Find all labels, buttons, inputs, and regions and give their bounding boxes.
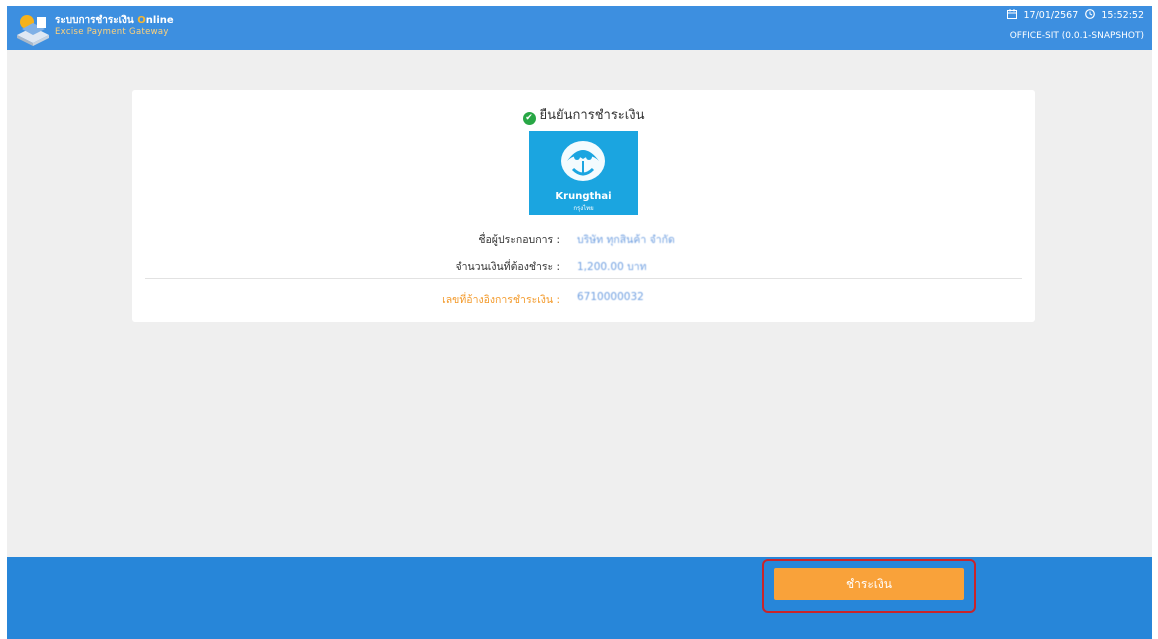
- current-time: 15:52:52: [1101, 10, 1144, 21]
- footer-bar: ชำระเงิน: [7, 557, 1152, 639]
- bank-logo: Krungthai กรุงไทย: [529, 131, 638, 215]
- reference-label: เลขที่อ้างอิงการชำระเงิน :: [442, 294, 560, 306]
- krungthai-logo-icon: [561, 141, 605, 181]
- brand-title-text: ระบบการชำระเงิน: [55, 15, 134, 26]
- operator-label: ชื่อผู้ประกอบการ :: [478, 234, 560, 246]
- pay-button-highlight: ชำระเงิน: [762, 559, 976, 613]
- operator-row: ชื่อผู้ประกอบการ : บริษัท ทุกสินค้า จำกั…: [132, 231, 1035, 249]
- brand: ระบบการชำระเงิน Online Excise Payment Ga…: [55, 15, 174, 38]
- operator-value: บริษัท ทุกสินค้า จำกัด: [577, 234, 675, 246]
- card-title: ✔ ยืนยันการชำระเงิน: [132, 104, 1035, 125]
- top-bar: ระบบการชำระเงิน Online Excise Payment Ga…: [7, 6, 1152, 50]
- amount-label: จำนวนเงินที่ต้องชำระ :: [455, 261, 560, 273]
- app-logo-icon: [17, 15, 49, 46]
- app-frame: ระบบการชำระเงิน Online Excise Payment Ga…: [7, 6, 1152, 639]
- environment-label: OFFICE-SIT (0.0.1-SNAPSHOT): [1009, 31, 1144, 41]
- brand-online: nline: [145, 15, 174, 26]
- divider: [145, 278, 1022, 279]
- clock-icon: [1085, 9, 1096, 19]
- card-title-text: ยืนยันการชำระเงิน: [539, 108, 645, 123]
- check-circle-icon: ✔: [522, 112, 536, 125]
- brand-title: ระบบการชำระเงิน Online: [55, 15, 174, 27]
- current-date: 17/01/2567: [1023, 10, 1079, 21]
- amount-value: 1,200.00 บาท: [577, 261, 647, 273]
- amount-row: จำนวนเงินที่ต้องชำระ : 1,200.00 บาท: [132, 258, 1035, 276]
- brand-subtitle: Excise Payment Gateway: [55, 27, 169, 37]
- bank-name-th: กรุงไทย: [573, 205, 594, 212]
- session-info: 17/01/2567 15:52:52 OFFICE-SIT (0.0.1-SN…: [1007, 9, 1144, 43]
- reference-row: เลขที่อ้างอิงการชำระเงิน : 6710000032: [132, 291, 1035, 309]
- calendar-icon: [1007, 9, 1018, 19]
- bank-name: Krungthai: [555, 191, 612, 202]
- pay-button[interactable]: ชำระเงิน: [774, 568, 964, 600]
- reference-value: 6710000032: [577, 291, 644, 303]
- payment-confirm-card: ✔ ยืนยันการชำระเงิน Krungthai กรุงไทย ชื่…: [132, 90, 1035, 322]
- brand-online-o: O: [137, 15, 146, 26]
